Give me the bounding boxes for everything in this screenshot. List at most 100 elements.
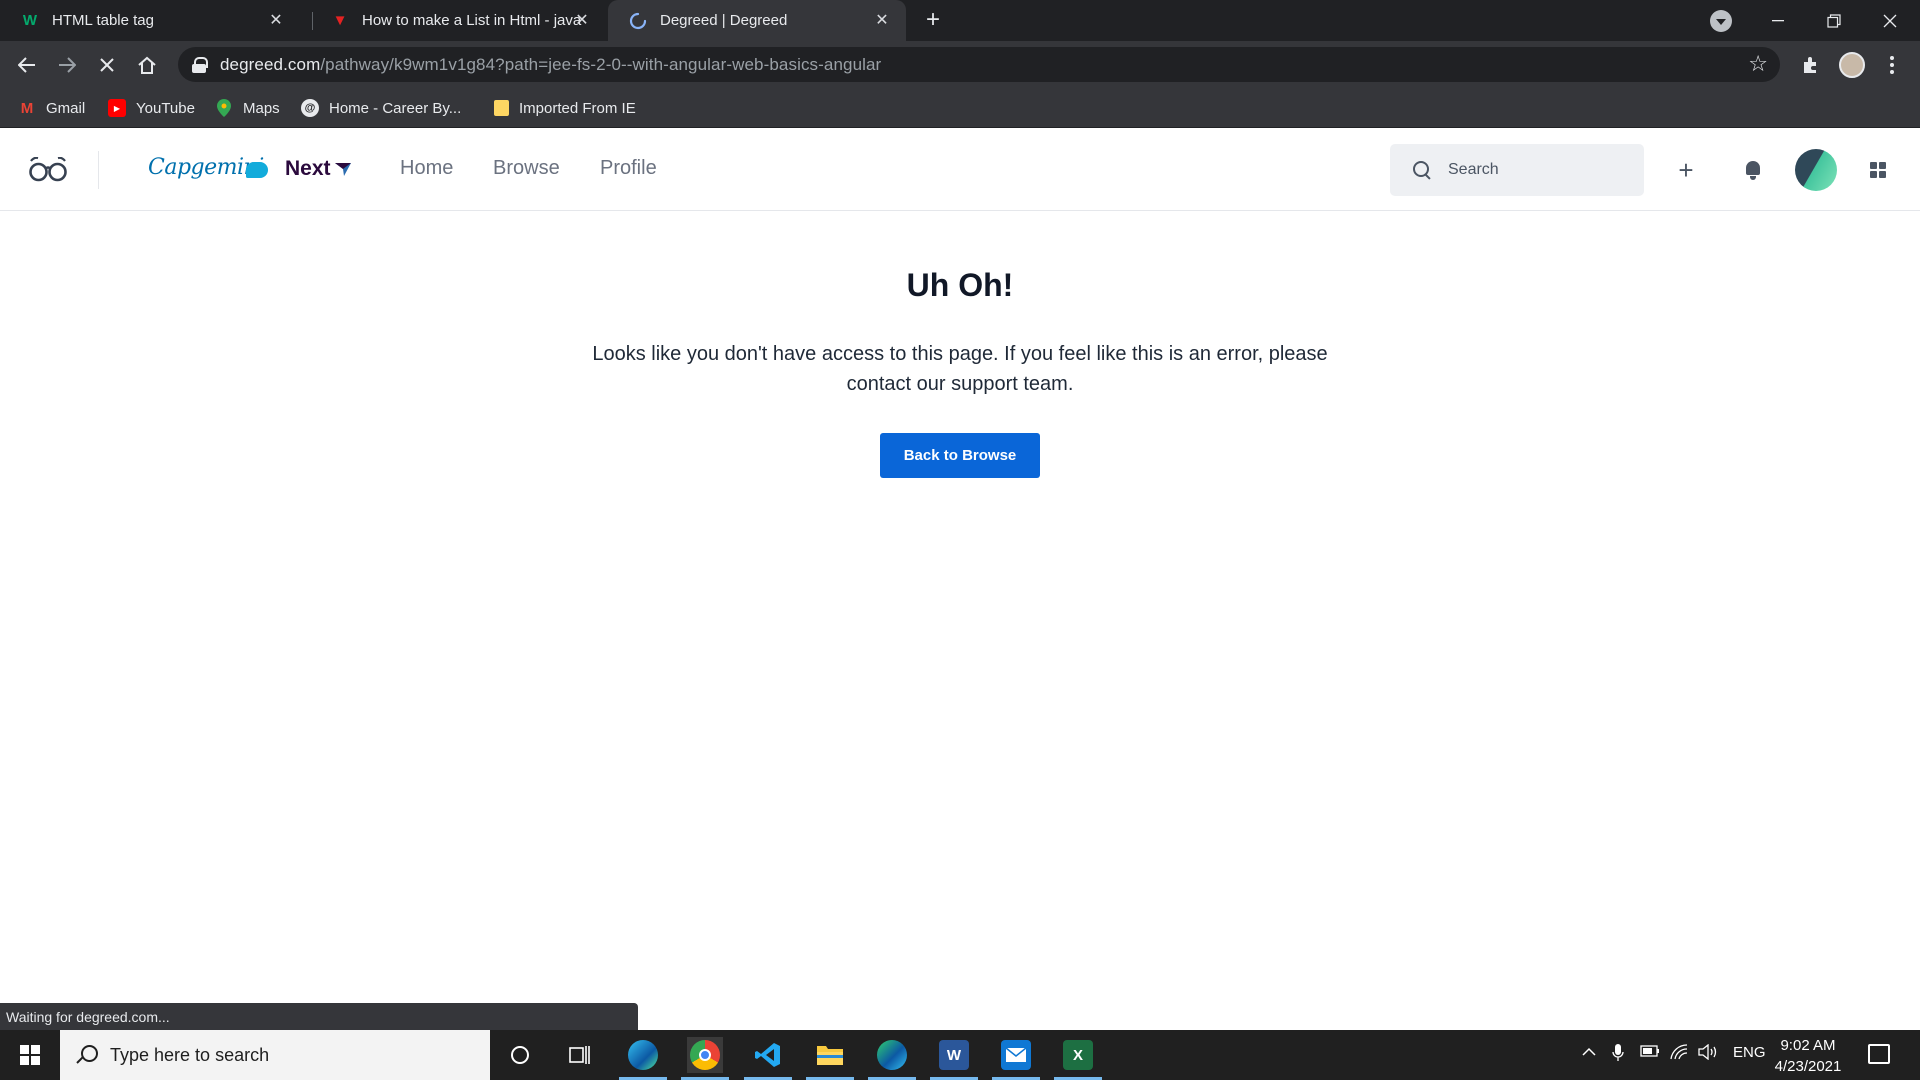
javatpoint-icon: ▼	[332, 12, 348, 29]
menu-kebab-icon[interactable]	[1876, 49, 1908, 81]
start-pane	[20, 1056, 29, 1065]
bookmark-career[interactable]: @ Home - Career By...	[301, 96, 461, 120]
start-pane	[20, 1045, 29, 1054]
taskbar-search-box[interactable]: Type here to search	[60, 1030, 490, 1080]
apps-grid-icon[interactable]	[1870, 162, 1886, 178]
gmail-icon: M	[20, 99, 34, 117]
url-text[interactable]: degreed.com/pathway/k9wm1v1g84?path=jee-…	[220, 55, 881, 75]
task-view-icon[interactable]	[562, 1037, 598, 1073]
vscode-icon[interactable]	[744, 1037, 792, 1080]
tab-title: How to make a List in Html - java	[362, 12, 582, 29]
user-avatar[interactable]	[1795, 149, 1837, 191]
loading-icon	[628, 11, 648, 31]
url-path: /pathway/k9wm1v1g84?path=jee-fs-2-0--wit…	[320, 54, 882, 74]
edge-dev-icon[interactable]	[868, 1037, 916, 1080]
error-message: Looks like you don't have access to this…	[592, 343, 1328, 395]
back-icon[interactable]	[11, 49, 43, 81]
restore-icon[interactable]	[1806, 0, 1862, 41]
grid-cell	[1879, 171, 1886, 178]
clock-date: 4/23/2021	[1774, 1058, 1842, 1075]
search-box[interactable]	[1390, 144, 1644, 196]
cortana-icon[interactable]	[502, 1037, 538, 1073]
outlook-icon[interactable]	[992, 1037, 1040, 1080]
bookmark-maps[interactable]: Maps	[215, 96, 280, 120]
youtube-icon: ▶	[108, 99, 126, 117]
career-icon: @	[301, 99, 319, 117]
word-icon[interactable]: W	[930, 1037, 978, 1080]
grid-cell	[1879, 162, 1886, 169]
home-icon[interactable]	[131, 49, 163, 81]
bookmark-label: YouTube	[136, 99, 195, 117]
browser-toolbar: degreed.com/pathway/k9wm1v1g84?path=jee-…	[0, 41, 1920, 88]
close-tab-icon[interactable]: ✕	[266, 10, 286, 30]
search-input[interactable]	[1448, 161, 1628, 179]
bookmark-gmail[interactable]: M Gmail	[18, 96, 85, 120]
battery-icon[interactable]	[1640, 1044, 1660, 1061]
bookmark-youtube[interactable]: ▶ YouTube	[108, 96, 195, 120]
language-indicator[interactable]: ENG	[1733, 1044, 1766, 1061]
tab-html-table-tag[interactable]: W HTML table tag ✕	[0, 0, 300, 41]
degreed-glasses-logo-icon[interactable]	[28, 156, 68, 183]
url-host: degreed.com	[220, 54, 321, 74]
tab-title: HTML table tag	[52, 12, 154, 29]
grid-cell	[1870, 171, 1877, 178]
bookmark-folder-imported[interactable]: Imported From IE	[494, 96, 636, 120]
edge-icon[interactable]	[619, 1037, 667, 1080]
outlook-logo	[1001, 1040, 1031, 1070]
chrome-icon[interactable]	[681, 1037, 729, 1080]
app-header: Capgemini Next Home Browse Profile +	[0, 129, 1920, 211]
lock-icon[interactable]	[192, 56, 208, 73]
bookmark-label: Gmail	[46, 99, 86, 117]
clock-time: 9:02 AM	[1780, 1037, 1836, 1054]
chrome-logo	[690, 1040, 720, 1070]
action-center-icon[interactable]	[1868, 1044, 1890, 1064]
browser-tab-strip: W HTML table tag ✕ ▼ How to make a List …	[0, 0, 1920, 41]
next-logo: Next	[285, 157, 331, 180]
windows-start-icon[interactable]	[20, 1045, 40, 1065]
tab-title: Degreed | Degreed	[660, 12, 788, 29]
minimize-icon[interactable]	[1750, 0, 1806, 41]
add-button[interactable]: +	[1669, 153, 1703, 187]
tab-degreed[interactable]: Degreed | Degreed ✕	[608, 0, 906, 41]
folder-icon	[494, 100, 509, 116]
taskbar-clock[interactable]: 9:02 AM 4/23/2021	[1768, 1035, 1848, 1077]
forward-icon[interactable]	[51, 49, 83, 81]
bookmarks-bar: M Gmail ▶ YouTube Maps @ Home - Career B…	[0, 88, 1920, 128]
close-tab-icon[interactable]: ✕	[872, 10, 892, 30]
capgemini-spade-icon	[246, 162, 268, 178]
bookmark-label: Home - Career By...	[329, 99, 462, 117]
bookmark-label: Maps	[243, 99, 280, 117]
excel-logo: X	[1063, 1040, 1093, 1070]
tab-how-to-make-list[interactable]: ▼ How to make a List in Html - java ✕	[310, 0, 606, 41]
profile-avatar-image	[1839, 52, 1865, 78]
profile-avatar[interactable]	[1836, 49, 1868, 81]
edge-logo	[628, 1040, 658, 1070]
notifications-bell-icon[interactable]	[1736, 153, 1770, 187]
back-to-browse-button[interactable]: Back to Browse	[880, 433, 1040, 478]
stop-loading-icon[interactable]	[91, 49, 123, 81]
new-tab-button[interactable]: +	[920, 8, 946, 34]
next-arrow-icon	[335, 162, 351, 176]
nav-profile[interactable]: Profile	[600, 157, 657, 180]
show-hidden-icons-icon[interactable]	[1582, 1044, 1596, 1061]
close-tab-icon[interactable]: ✕	[572, 10, 592, 30]
microphone-icon[interactable]	[1612, 1044, 1624, 1066]
bell-icon	[1744, 160, 1762, 180]
address-bar[interactable]: degreed.com/pathway/k9wm1v1g84?path=jee-…	[178, 47, 1780, 82]
close-window-icon[interactable]	[1862, 0, 1918, 41]
word-logo: W	[939, 1040, 969, 1070]
grid-cell	[1870, 162, 1877, 169]
wifi-icon[interactable]	[1670, 1044, 1688, 1064]
nav-browse[interactable]: Browse	[493, 157, 560, 180]
volume-icon[interactable]	[1698, 1043, 1718, 1064]
start-pane	[31, 1056, 40, 1065]
excel-icon[interactable]: X	[1054, 1037, 1102, 1080]
nav-home[interactable]: Home	[400, 157, 453, 180]
header-divider	[98, 151, 99, 189]
extensions-icon[interactable]	[1795, 49, 1827, 81]
browser-status-bubble: Waiting for degreed.com...	[0, 1003, 638, 1030]
file-explorer-icon[interactable]	[806, 1037, 854, 1080]
tab-search-icon[interactable]	[1710, 10, 1732, 32]
bookmark-star-icon[interactable]: ☆	[1748, 51, 1768, 77]
maps-icon	[215, 99, 233, 117]
